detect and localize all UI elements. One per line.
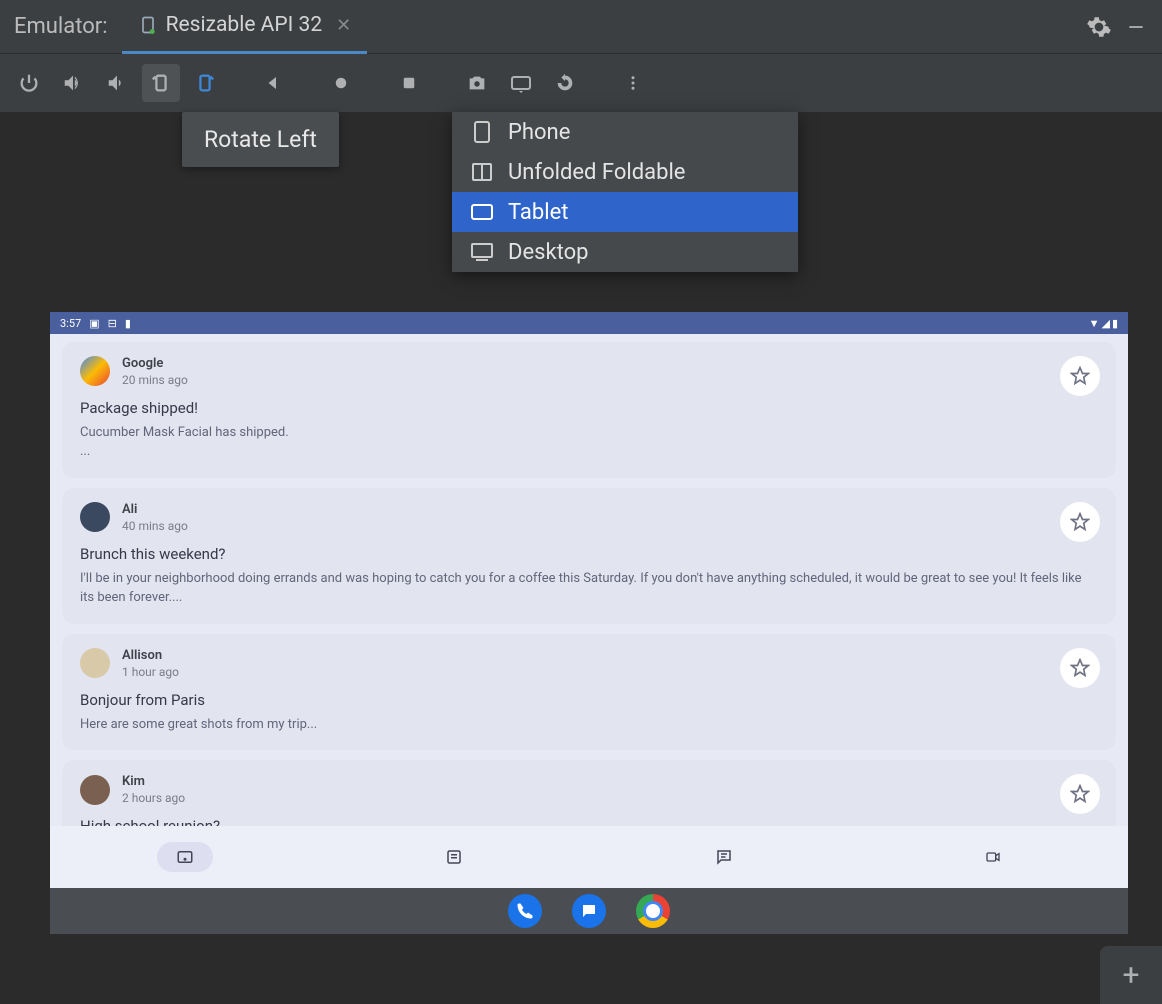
display-mode-button[interactable]: [502, 64, 540, 102]
avatar: [80, 356, 110, 386]
snapshot-button[interactable]: [546, 64, 584, 102]
statusbar-time: 3:57: [60, 317, 81, 330]
minimize-icon[interactable]: [1126, 17, 1146, 37]
app-tab-nav: [50, 826, 1128, 888]
star-button[interactable]: [1060, 502, 1100, 542]
display-mode-dropdown: Phone Unfolded Foldable Tablet Desktop: [452, 112, 798, 272]
dropdown-label: Tablet: [508, 200, 568, 225]
android-statusbar: 3:57 ▣ ⊟ ▮ ▼ ◢ ▮: [50, 312, 1128, 334]
battery-icon: ▮: [1112, 317, 1118, 330]
rotate-left-tooltip: Rotate Left: [182, 112, 339, 167]
message-card[interactable]: Google 20 mins ago Package shipped! Cucu…: [62, 342, 1116, 478]
sender-name: Kim: [122, 774, 185, 791]
desktop-icon: [470, 242, 494, 262]
android-sys-nav: [50, 888, 1128, 934]
message-time: 40 mins ago: [122, 519, 188, 533]
more-button[interactable]: [614, 64, 652, 102]
volume-up-button[interactable]: [54, 64, 92, 102]
message-card[interactable]: Allison 1 hour ago Bonjour from Paris He…: [62, 634, 1116, 750]
chrome-app-icon[interactable]: [636, 894, 670, 928]
message-card[interactable]: Ali 40 mins ago Brunch this weekend? I'l…: [62, 488, 1116, 624]
phone-app-icon[interactable]: [508, 894, 542, 928]
emulator-tab[interactable]: Resizable API 32 ✕: [122, 0, 368, 54]
phone-outline-icon: [470, 120, 494, 144]
message-time: 20 mins ago: [122, 373, 188, 387]
signal-icon: ◢: [1101, 317, 1109, 330]
message-time: 1 hour ago: [122, 665, 179, 679]
emulator-label: Emulator:: [0, 14, 122, 39]
rotate-right-button[interactable]: [186, 64, 224, 102]
emulator-topbar: Emulator: Resizable API 32 ✕: [0, 0, 1162, 54]
emulator-toolbar: [0, 54, 1162, 112]
message-title: Brunch this weekend?: [80, 545, 1098, 563]
star-button[interactable]: [1060, 774, 1100, 814]
avatar: [80, 775, 110, 805]
dropdown-item-tablet[interactable]: Tablet: [452, 192, 798, 232]
nav-chat[interactable]: [589, 848, 859, 866]
nav-inbox[interactable]: [50, 842, 320, 872]
overview-button[interactable]: [390, 64, 428, 102]
wifi-icon: ▼: [1089, 317, 1100, 330]
nav-video[interactable]: [859, 849, 1129, 865]
gear-icon[interactable]: [1086, 14, 1112, 40]
dropdown-label: Unfolded Foldable: [508, 160, 685, 185]
tab-label: Resizable API 32: [166, 13, 323, 37]
back-button[interactable]: [254, 64, 292, 102]
volume-down-button[interactable]: [98, 64, 136, 102]
nav-articles[interactable]: [320, 848, 590, 866]
statusbar-icon: ▮: [125, 317, 131, 330]
star-button[interactable]: [1060, 356, 1100, 396]
sender-name: Allison: [122, 648, 179, 665]
tablet-outline-icon: [470, 203, 494, 221]
emulator-screen: 3:57 ▣ ⊟ ▮ ▼ ◢ ▮ Google 20 mins ago Pack…: [50, 312, 1128, 934]
add-button[interactable]: +: [1100, 946, 1162, 1004]
dropdown-item-foldable[interactable]: Unfolded Foldable: [452, 152, 798, 192]
power-button[interactable]: [10, 64, 48, 102]
avatar: [80, 502, 110, 532]
message-feed[interactable]: Google 20 mins ago Package shipped! Cucu…: [50, 334, 1128, 826]
home-button[interactable]: [322, 64, 360, 102]
message-body: I'll be in your neighborhood doing erran…: [80, 569, 1098, 608]
star-button[interactable]: [1060, 648, 1100, 688]
message-time: 2 hours ago: [122, 791, 185, 805]
sender-name: Ali: [122, 502, 188, 519]
dropdown-item-phone[interactable]: Phone: [452, 112, 798, 152]
dropdown-label: Phone: [508, 120, 570, 145]
dropdown-label: Desktop: [508, 240, 589, 265]
message-title: Bonjour from Paris: [80, 691, 1098, 709]
message-card[interactable]: Kim 2 hours ago High school reunion? Hi …: [62, 760, 1116, 826]
device-icon: [138, 15, 158, 35]
close-tab-icon[interactable]: ✕: [336, 15, 351, 36]
foldable-icon: [470, 162, 494, 182]
sender-name: Google: [122, 356, 188, 373]
message-more: ...: [80, 442, 1098, 462]
message-body: Here are some great shots from my trip..…: [80, 715, 1098, 735]
dropdown-item-desktop[interactable]: Desktop: [452, 232, 798, 272]
rotate-left-button[interactable]: [142, 64, 180, 102]
message-body: Cucumber Mask Facial has shipped.: [80, 423, 1098, 443]
statusbar-icon: ▣: [89, 317, 99, 330]
statusbar-icon: ⊟: [108, 317, 117, 330]
avatar: [80, 648, 110, 678]
messages-app-icon[interactable]: [572, 894, 606, 928]
message-title: Package shipped!: [80, 399, 1098, 417]
message-title: High school reunion?: [80, 817, 1098, 826]
screenshot-button[interactable]: [458, 64, 496, 102]
